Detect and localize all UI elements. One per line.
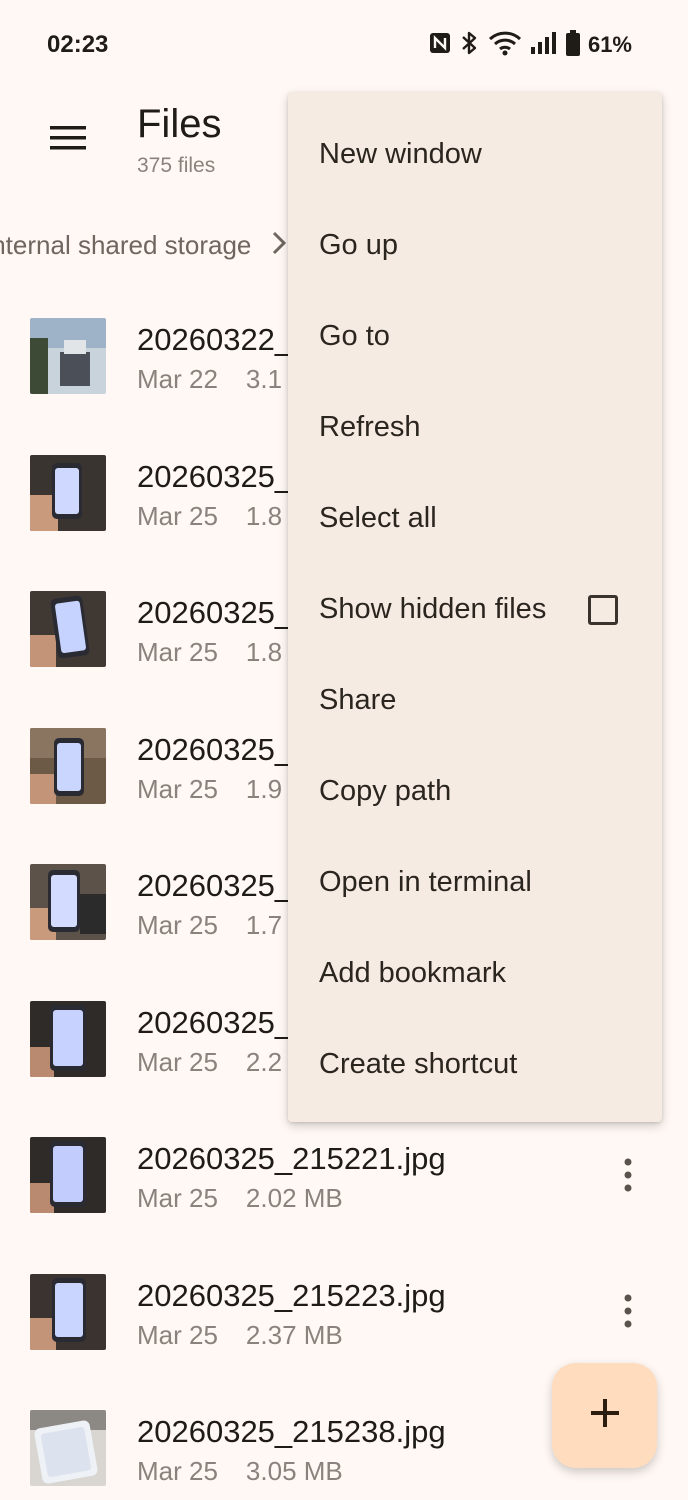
more-options-button[interactable] [608, 1294, 648, 1334]
file-date: Mar 25 [137, 1456, 218, 1486]
file-meta: Mar 25 2.37 MB [137, 1320, 343, 1351]
file-thumbnail [30, 454, 106, 531]
file-name: 20260325_215223.jpg [137, 1277, 446, 1313]
wifi-icon [488, 30, 522, 61]
more-vert-icon [623, 1294, 633, 1333]
menu-item-label: Show hidden files [319, 593, 547, 625]
menu-item-new-window[interactable]: New window [288, 109, 662, 200]
file-name: 20260322_ [137, 322, 293, 357]
more-vert-icon [623, 1158, 633, 1197]
file-size: 1.7 [245, 910, 283, 940]
breadcrumb: Internal shared storage [0, 215, 290, 275]
bluetooth-icon [460, 30, 480, 61]
menu-item-go-to[interactable]: Go to [288, 291, 662, 382]
file-thumbnail [30, 864, 106, 940]
file-thumbnail [30, 727, 106, 804]
file-name: 20260325_ [137, 868, 293, 903]
menu-item-show-hidden-files[interactable]: Show hidden files [288, 564, 662, 655]
file-date: Mar 25 [137, 1046, 218, 1077]
file-meta: Mar 25 3.05 MB [137, 1456, 343, 1487]
menu-item-go-up[interactable]: Go up [288, 200, 662, 291]
file-date: Mar 25 [137, 637, 218, 667]
file-thumbnail [30, 318, 106, 394]
navigation-drawer-button[interactable] [40, 112, 96, 168]
menu-item-refresh[interactable]: Refresh [288, 382, 662, 473]
file-size: 1.8 [245, 500, 283, 531]
file-size: 2.02 MB [245, 1183, 343, 1213]
add-fab-button[interactable] [552, 1363, 657, 1468]
hamburger-menu-icon [50, 125, 86, 156]
menu-item-select-all[interactable]: Select all [288, 473, 662, 564]
menu-item-share[interactable]: Share [288, 655, 662, 746]
file-size: 3.05 MB [245, 1456, 343, 1486]
file-meta: Mar 22 3.1 [137, 364, 282, 395]
battery-icon [565, 29, 580, 61]
file-name: 20260325_215221.jpg [137, 1141, 446, 1176]
page-title: Files [137, 102, 222, 146]
file-row[interactable]: 20260325_215223.jpg Mar 25 2.37 MB [0, 1246, 688, 1383]
file-date: Mar 25 [137, 1183, 218, 1213]
menu-item-open-in-terminal[interactable]: Open in terminal [288, 837, 662, 928]
file-thumbnail [30, 1273, 106, 1350]
file-date: Mar 25 [137, 1319, 218, 1350]
file-size: 3.1 [245, 364, 283, 394]
signal-icon [530, 31, 558, 60]
file-date: Mar 25 [137, 910, 218, 940]
file-size: 1.8 [245, 637, 283, 667]
file-meta: Mar 25 2.02 MB [137, 1183, 343, 1214]
file-meta: Mar 25 2.2 [137, 1047, 282, 1078]
file-thumbnail [30, 1410, 106, 1486]
menu-item-create-shortcut[interactable]: Create shortcut [288, 1019, 662, 1110]
file-name: 20260325_ [137, 458, 293, 494]
status-time: 02:23 [47, 31, 109, 58]
status-icons: 61% [428, 29, 632, 61]
menu-item-copy-path[interactable]: Copy path [288, 746, 662, 837]
add-icon [590, 1398, 620, 1433]
file-size: 2.37 MB [245, 1319, 343, 1350]
file-name: 20260325_215238.jpg [137, 1414, 446, 1449]
file-row[interactable]: 20260325_215221.jpg Mar 25 2.02 MB [0, 1109, 688, 1246]
file-date: Mar 25 [137, 773, 218, 804]
file-thumbnail [30, 591, 106, 667]
menu-item-add-bookmark[interactable]: Add bookmark [288, 928, 662, 1019]
file-meta: Mar 25 1.7 [137, 910, 282, 941]
file-date: Mar 25 [137, 500, 218, 531]
breadcrumb-item-storage[interactable]: Internal shared storage [0, 230, 251, 261]
file-date: Mar 22 [137, 364, 218, 394]
file-count: 375 files [137, 154, 216, 177]
file-meta: Mar 25 1.8 [137, 637, 282, 668]
battery-percentage: 61% [587, 32, 632, 57]
file-name: 20260325_ [137, 731, 293, 767]
file-thumbnail [30, 1137, 106, 1213]
chevron-right-icon [271, 230, 287, 261]
file-name: 20260325_ [137, 1004, 293, 1040]
nfc-icon [428, 31, 452, 60]
file-size: 2.2 [245, 1046, 283, 1077]
overflow-menu: New window Go up Go to Refresh Select al… [288, 92, 662, 1122]
file-meta: Mar 25 1.8 [137, 501, 282, 532]
show-hidden-files-checkbox[interactable] [588, 595, 618, 625]
more-options-button[interactable] [608, 1157, 648, 1197]
file-name: 20260325_ [137, 595, 293, 630]
status-bar: 02:23 61% [0, 0, 688, 92]
file-thumbnail [30, 1000, 106, 1077]
file-meta: Mar 25 1.9 [137, 774, 282, 805]
file-size: 1.9 [245, 773, 283, 804]
